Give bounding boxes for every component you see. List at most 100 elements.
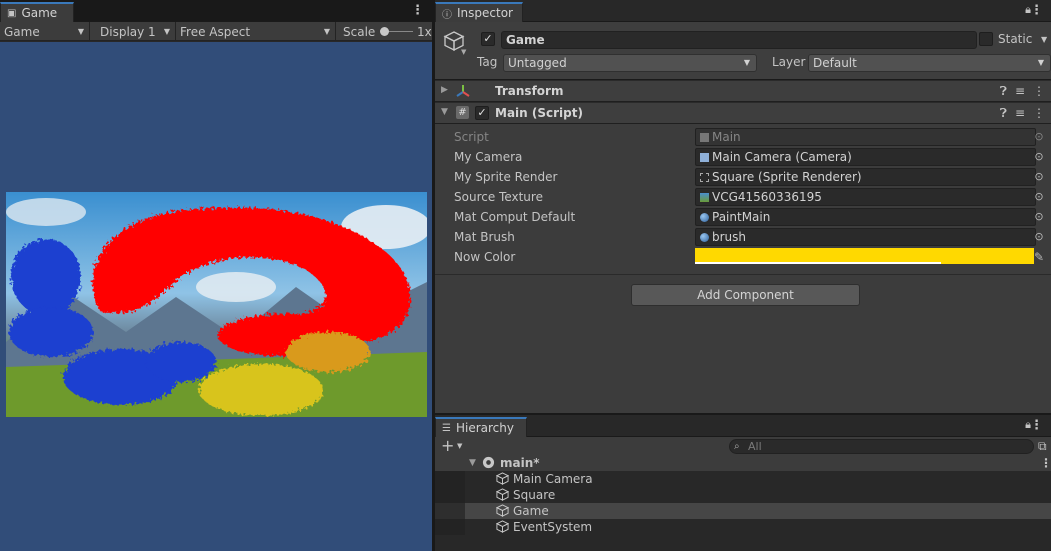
- foldout-collapsed-icon[interactable]: ▶: [441, 85, 448, 95]
- hierarchy-gutter: [435, 503, 465, 519]
- transform-icon: [456, 85, 470, 97]
- hierarchy-gutter: [435, 519, 465, 535]
- gameobject-icon: [496, 504, 509, 517]
- chevron-down-icon[interactable]: ▼: [457, 442, 462, 450]
- hierarchy-item[interactable]: Square: [435, 487, 1051, 503]
- chevron-down-icon: ▼: [77, 27, 84, 36]
- hierarchy-toolbar: + ▼ ⌕ All ⧉: [435, 437, 1051, 457]
- tab-hierarchy[interactable]: ☰ Hierarchy: [435, 417, 527, 437]
- material-icon: [700, 233, 709, 242]
- property-value: Main: [712, 130, 741, 144]
- mat-comput-default-field[interactable]: PaintMain: [695, 208, 1036, 226]
- now-color-swatch[interactable]: [695, 248, 1034, 264]
- script-icon: #: [456, 106, 469, 119]
- tab-game-label: Game: [21, 6, 58, 20]
- property-row-source-texture: Source Texture VCG41560336195 ⊙: [435, 187, 1051, 207]
- main-script-component-header[interactable]: ▼ # ✓ Main (Script) ❓︎ ≡ ⋮: [435, 102, 1051, 124]
- source-texture-field[interactable]: VCG41560336195: [695, 188, 1036, 206]
- hierarchy-item-label: Main Camera: [513, 472, 593, 486]
- hierarchy-search-input[interactable]: ⌕ All: [729, 439, 1034, 454]
- component-enabled-checkbox[interactable]: ✓: [475, 106, 489, 120]
- property-label: Script: [454, 130, 489, 144]
- hierarchy-item-label: EventSystem: [513, 520, 593, 534]
- tag-dropdown[interactable]: Untagged ▼: [503, 54, 757, 72]
- tag-label: Tag: [477, 55, 498, 69]
- static-dropdown-arrow[interactable]: ▼: [1041, 35, 1047, 44]
- property-row-my-sprite-render: My Sprite Render Square (Sprite Renderer…: [435, 167, 1051, 187]
- property-row-my-camera: My Camera Main Camera (Camera) ⊙: [435, 147, 1051, 167]
- hierarchy-item[interactable]: Game: [435, 503, 1051, 519]
- scene-menu-icon[interactable]: ⋮: [1040, 455, 1051, 471]
- hierarchy-item[interactable]: Main Camera: [435, 471, 1051, 487]
- game-menu-icon[interactable]: ⋮: [411, 3, 424, 18]
- icon-dropdown-arrow[interactable]: ▼: [461, 48, 466, 56]
- layer-dropdown[interactable]: Default ▼: [808, 54, 1051, 72]
- hierarchy-panel: ☰ Hierarchy 🔒︎ ⋮ + ▼ ⌕ All ⧉ ▼ main* ⋮ M…: [435, 415, 1051, 551]
- transform-component-header[interactable]: ▶ Transform ❓︎ ≡ ⋮: [435, 80, 1051, 102]
- game-view[interactable]: [0, 42, 432, 551]
- foldout-expanded-icon[interactable]: ▼: [469, 455, 476, 471]
- presets-icon[interactable]: ≡: [1015, 106, 1025, 121]
- property-value: VCG41560336195: [712, 190, 822, 204]
- scale-slider-thumb[interactable]: [380, 27, 389, 36]
- tab-inspector[interactable]: ⓘ Inspector: [435, 2, 523, 22]
- presets-icon[interactable]: ≡: [1015, 84, 1025, 99]
- static-checkbox[interactable]: [979, 32, 993, 46]
- object-picker-icon[interactable]: ⊙: [1032, 210, 1046, 224]
- add-component-button[interactable]: Add Component: [631, 284, 860, 306]
- property-label: Mat Brush: [454, 230, 515, 244]
- property-label: My Sprite Render: [454, 170, 558, 184]
- search-icon: ⌕: [734, 441, 740, 452]
- object-name-input[interactable]: Game: [501, 31, 977, 49]
- display-dropdown[interactable]: Display 1 ▼: [96, 22, 176, 41]
- hierarchy-item[interactable]: EventSystem: [435, 519, 1051, 535]
- list-icon: ☰: [442, 422, 451, 434]
- component-menu-icon[interactable]: ⋮: [1033, 106, 1045, 121]
- view-mode-dropdown[interactable]: Game ▼: [0, 22, 90, 41]
- active-checkbox[interactable]: ✓: [481, 32, 495, 46]
- property-label: Now Color: [454, 250, 516, 264]
- chevron-down-icon: ▼: [163, 27, 170, 36]
- scene-row[interactable]: ▼ main* ⋮: [435, 455, 1051, 471]
- my-sprite-render-field[interactable]: Square (Sprite Renderer): [695, 168, 1036, 186]
- property-row-mat-brush: Mat Brush brush ⊙: [435, 227, 1051, 247]
- property-label: Mat Comput Default: [454, 210, 576, 224]
- inspector-panel: ⓘ Inspector 🔒︎ ⋮ ▼ ✓ Game Static ▼ Tag U…: [435, 0, 1051, 413]
- object-picker-icon[interactable]: ⊙: [1032, 190, 1046, 204]
- scale-label: Scale: [343, 24, 376, 39]
- transform-title: Transform: [495, 84, 564, 98]
- chevron-down-icon: ▼: [323, 27, 330, 36]
- component-menu-icon[interactable]: ⋮: [1033, 84, 1045, 99]
- game-toolbar: Game ▼ Display 1 ▼ Free Aspect ▼ Scale 1…: [0, 22, 432, 41]
- object-picker-icon[interactable]: ⊙: [1032, 170, 1046, 184]
- chevron-down-icon: ▼: [743, 58, 750, 67]
- script-field: Main: [695, 128, 1036, 146]
- gameobject-icon: [496, 488, 509, 501]
- tag-value: Untagged: [508, 56, 567, 70]
- camera-icon: [700, 153, 709, 162]
- layer-label: Layer: [772, 55, 806, 69]
- property-label: Source Texture: [454, 190, 543, 204]
- help-icon[interactable]: ❓︎: [1000, 106, 1007, 121]
- help-icon[interactable]: ❓︎: [1000, 84, 1007, 99]
- gamepad-icon: ▣: [7, 7, 17, 19]
- aspect-label: Free Aspect: [180, 24, 251, 39]
- painted-landscape-image: [6, 192, 427, 417]
- hierarchy-item-label: Square: [513, 488, 556, 502]
- object-picker-icon[interactable]: ⊙: [1032, 230, 1046, 244]
- object-picker-icon[interactable]: ⊙: [1032, 150, 1046, 164]
- inspector-menu-icon[interactable]: ⋮: [1030, 3, 1043, 18]
- eyedropper-icon[interactable]: ✎: [1032, 250, 1046, 264]
- foldout-expanded-icon[interactable]: ▼: [441, 107, 448, 117]
- tab-inspector-label: Inspector: [457, 6, 513, 20]
- gameobject-header: ▼ ✓ Game Static ▼ Tag Untagged ▼ Layer D…: [435, 22, 1051, 80]
- tab-game[interactable]: ▣ Game: [0, 2, 74, 22]
- hierarchy-menu-icon[interactable]: ⋮: [1030, 418, 1043, 433]
- aspect-dropdown[interactable]: Free Aspect ▼: [176, 22, 336, 41]
- mat-brush-field[interactable]: brush: [695, 228, 1036, 246]
- add-icon[interactable]: +: [441, 437, 454, 455]
- scene-visibility-icon[interactable]: ⧉: [1038, 439, 1047, 454]
- gameobject-icon: [496, 472, 509, 485]
- my-camera-field[interactable]: Main Camera (Camera): [695, 148, 1036, 166]
- property-value: PaintMain: [712, 210, 771, 224]
